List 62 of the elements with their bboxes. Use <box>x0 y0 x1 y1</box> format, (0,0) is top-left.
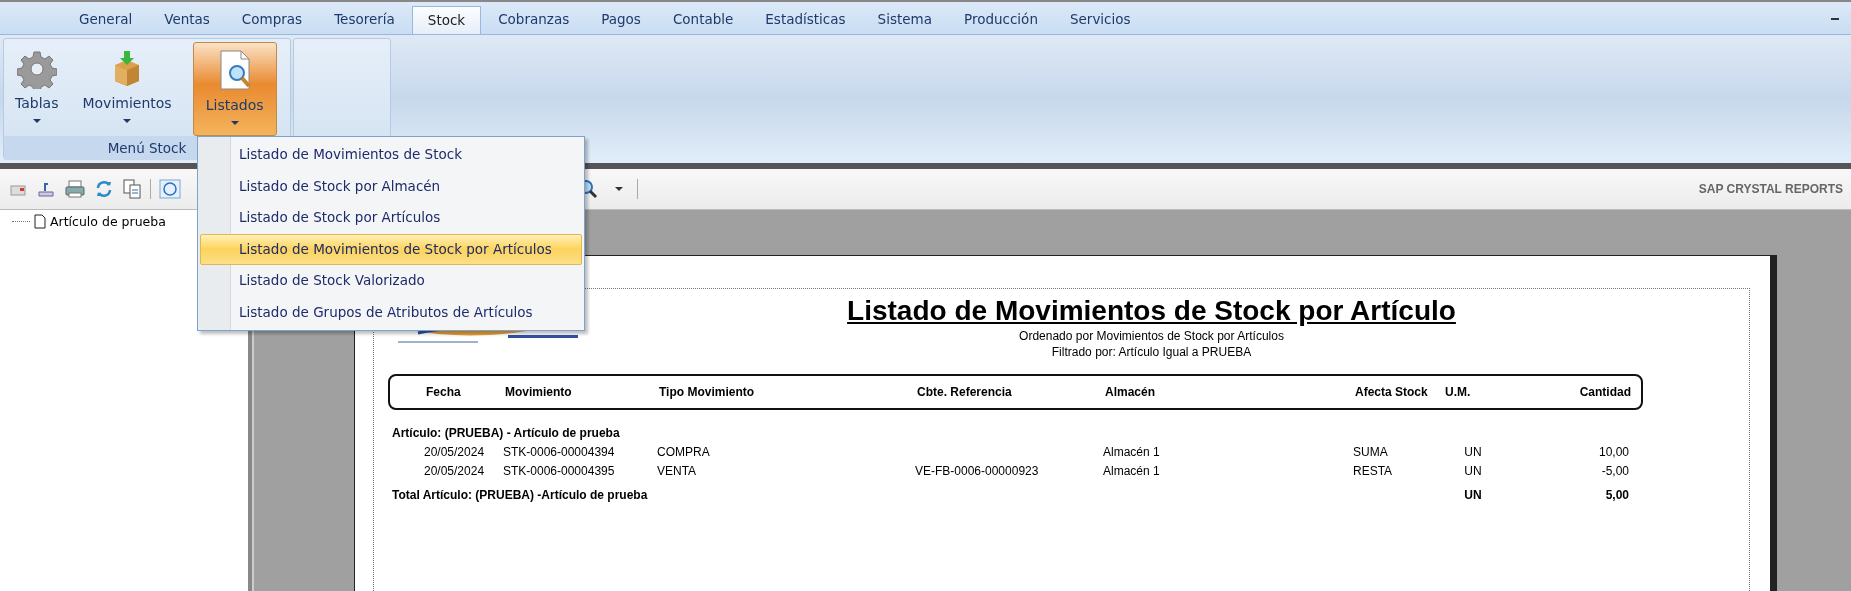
table-cell: 20/05/2024 <box>424 445 485 459</box>
print-icon[interactable] <box>64 179 86 199</box>
caret-icon <box>32 119 41 123</box>
column-header: Cbte. Referencia <box>917 385 1013 399</box>
column-header: Afecta Stock <box>1355 385 1429 399</box>
column-header: Cantidad <box>1578 385 1631 399</box>
caret-icon <box>123 119 132 123</box>
column-header: Almacén <box>1105 385 1157 399</box>
table-cell: UN <box>1464 445 1482 459</box>
total-label: Total Artículo: (PRUEBA) -Artículo de prueba <box>391 487 649 504</box>
ribbon-tab[interactable]: Pagos <box>586 6 656 34</box>
column-header: Tipo Movimiento <box>659 385 756 399</box>
gear-icon <box>16 49 57 89</box>
table-cell: VE-FB-0006-00000923 <box>915 464 1039 478</box>
menu-item[interactable]: Listado de Grupos de Atributos de Artículos <box>200 296 582 328</box>
ribbon-tab[interactable]: Estadísticas <box>750 6 861 34</box>
table-cell: STK-0006-00004395 <box>503 464 615 478</box>
table-cell: Almacén 1 <box>1103 445 1160 459</box>
table-cell: Almacén 1 <box>1103 464 1160 478</box>
ribbon-tab[interactable]: Producción <box>949 6 1053 34</box>
table-cell: VENTA <box>657 464 697 478</box>
column-header: U.M. <box>1445 385 1472 399</box>
ribbon-tab[interactable]: Sistema <box>862 6 947 34</box>
report-subtitle: Ordenado por Movimientos de Stock por Artículos <box>1018 328 1285 344</box>
table-cell: RESTA <box>1353 464 1393 478</box>
menu-item[interactable]: Listado de Stock por Almacén <box>200 170 582 202</box>
table-cell: STK-0006-00004394 <box>503 445 615 459</box>
table-cell: 5,00 <box>1605 488 1629 502</box>
brand-label: SAP CRYSTAL REPORTS <box>1698 182 1843 196</box>
refresh-icon[interactable] <box>94 179 114 199</box>
table-cell: UN <box>1464 464 1482 478</box>
report-title: Listado de Movimientos de Stock por Artículo <box>846 294 1457 328</box>
ribbon-tab[interactable]: Compras <box>226 6 318 34</box>
caret-icon <box>230 121 239 125</box>
table-cell: 10,00 <box>1598 445 1629 459</box>
copy-icon[interactable] <box>122 178 142 200</box>
tree-item[interactable]: Artículo de prueba <box>50 214 166 229</box>
menu-item[interactable]: Listado de Stock por Artículos <box>200 202 582 234</box>
table-cell: SUMA <box>1353 445 1388 459</box>
document-icon <box>34 214 46 229</box>
ribbon-tab[interactable]: Contable <box>657 6 749 34</box>
filter-text: Artículo Igual a PRUEBA <box>1118 345 1252 359</box>
menu-item[interactable]: Listado de Stock Valorizado <box>200 265 582 297</box>
ribbon-tab[interactable]: Tesorería <box>319 6 410 34</box>
column-header: Movimiento <box>505 385 573 399</box>
ribbon-button[interactable]: Tablas <box>8 42 66 136</box>
table-cell: -5,00 <box>1601 464 1629 478</box>
ribbon-button[interactable]: Listados <box>192 42 277 136</box>
ribbon-tab[interactable]: Ventas <box>149 6 225 34</box>
ribbon-tab[interactable]: Cobranzas <box>483 6 585 34</box>
table-cell: UN <box>1464 488 1482 502</box>
ribbon-tab[interactable]: General <box>64 6 148 34</box>
menu-item[interactable]: Listado de Movimientos de Stock por Artículos <box>200 233 582 265</box>
ribbon-tab[interactable]: Servicios <box>1054 6 1146 34</box>
column-header: Fecha <box>426 385 462 399</box>
group-header: Artículo: (PRUEBA) - Artículo de prueba <box>391 425 621 442</box>
ribbon-tab[interactable]: Stock <box>411 6 482 34</box>
table-cell: 20/05/2024 <box>424 464 485 478</box>
filter-label: Filtrado por: <box>1051 345 1116 359</box>
ribbon-button[interactable]: Movimientos <box>75 42 179 136</box>
caret-icon[interactable] <box>615 187 623 191</box>
table-cell: COMPRA <box>657 445 710 459</box>
